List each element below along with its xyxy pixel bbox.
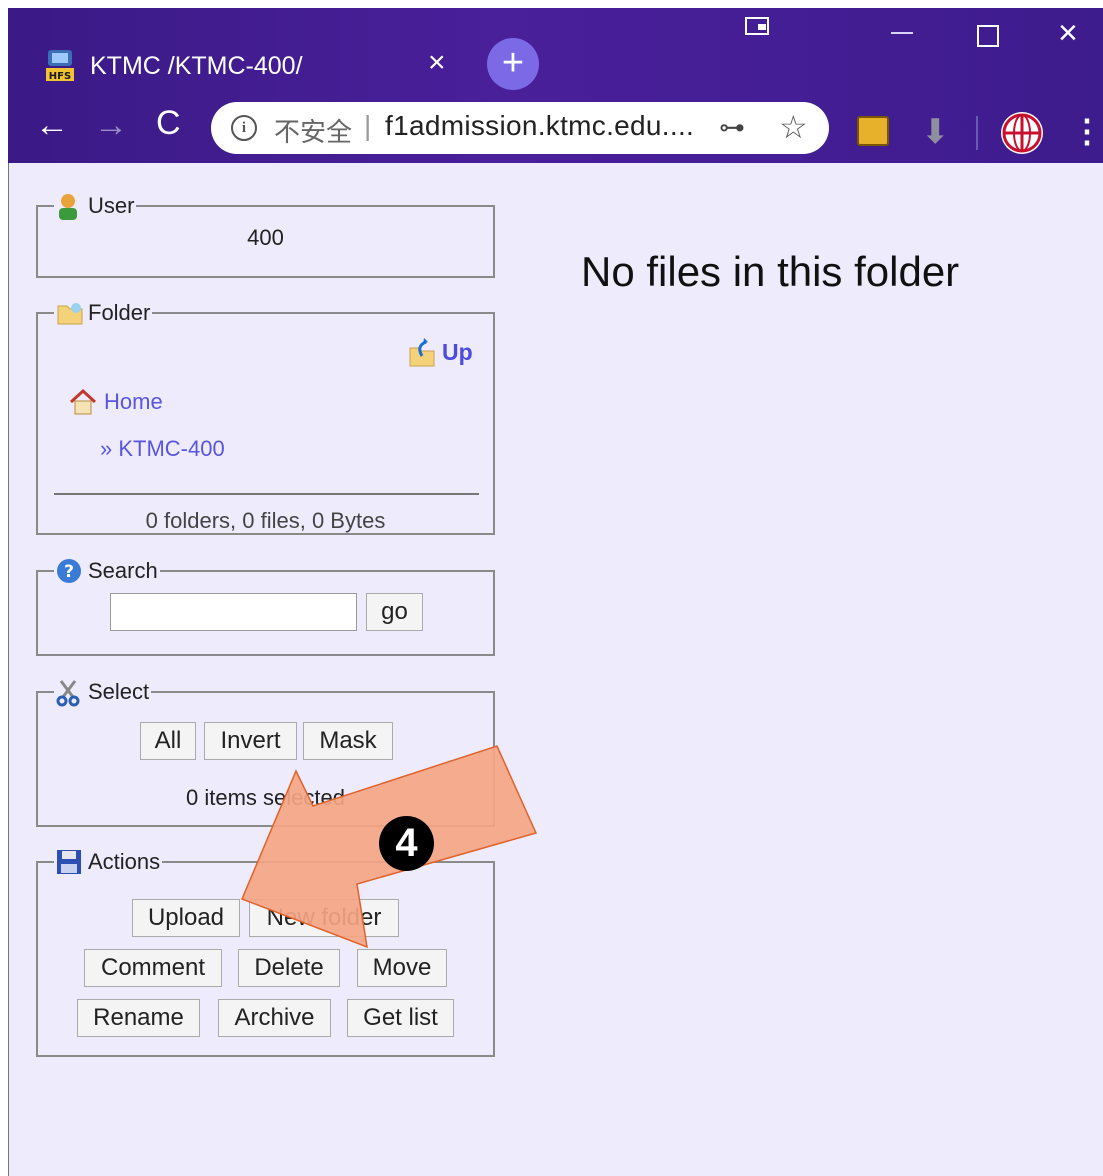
- browser-chrome: HFS KTMC /KTMC-400/ × + × ← → C i 不安全 | …: [8, 8, 1103, 163]
- page-content: User 400 Folder Up Home » KTMC-400 0 fol…: [8, 163, 1103, 1176]
- url-separator: |: [364, 110, 372, 141]
- user-legend: User: [88, 193, 135, 218]
- address-bar[interactable]: i 不安全 | f1admission.ktmc.edu.... ⊶ ☆: [211, 102, 829, 154]
- home-icon: [68, 388, 98, 416]
- step-number-badge: 4: [379, 816, 434, 871]
- comment-button[interactable]: Comment: [84, 949, 222, 987]
- forward-button[interactable]: →: [94, 106, 128, 145]
- download-arrow-icon[interactable]: ⬇: [921, 112, 950, 152]
- cast-icon[interactable]: [744, 16, 774, 40]
- up-label[interactable]: Up: [442, 339, 473, 366]
- home-link[interactable]: Home: [104, 389, 163, 415]
- minimize-button[interactable]: [891, 32, 913, 34]
- rename-button[interactable]: Rename: [77, 999, 200, 1037]
- back-button[interactable]: ←: [35, 106, 69, 145]
- folder-divider: [54, 493, 479, 495]
- browser-menu-icon[interactable]: ⋮: [1071, 112, 1103, 150]
- breadcrumb-home[interactable]: Home: [68, 388, 163, 416]
- extension-download-icon[interactable]: [857, 116, 889, 146]
- window-close-button[interactable]: ×: [1058, 13, 1078, 53]
- folder-icon: [56, 300, 83, 326]
- scissors-icon: [56, 679, 80, 707]
- get-list-button[interactable]: Get list: [347, 999, 454, 1037]
- up-link[interactable]: Up: [408, 336, 473, 368]
- upload-button[interactable]: Upload: [132, 899, 240, 937]
- insecure-label: 不安全: [274, 117, 353, 147]
- info-icon[interactable]: i: [231, 115, 257, 141]
- user-value: 400: [247, 225, 284, 250]
- search-input[interactable]: [110, 593, 357, 631]
- toolbar-divider: [976, 116, 978, 150]
- new-tab-button[interactable]: +: [487, 38, 539, 90]
- tab-close-icon[interactable]: ×: [428, 46, 446, 80]
- floppy-disk-icon: [56, 849, 81, 875]
- select-all-button[interactable]: All: [140, 722, 196, 760]
- breadcrumb-current[interactable]: » KTMC-400: [100, 436, 225, 462]
- bookmark-star-icon[interactable]: ☆: [779, 108, 808, 146]
- user-panel: User 400: [36, 193, 495, 278]
- folder-summary: 0 folders, 0 files, 0 Bytes: [145, 508, 386, 533]
- extension-globe-icon[interactable]: [1001, 112, 1043, 154]
- help-icon: ?: [56, 558, 81, 584]
- folder-legend: Folder: [88, 300, 151, 325]
- user-icon: [56, 193, 80, 220]
- tab-title: KTMC /KTMC-400/: [90, 52, 303, 80]
- svg-text:?: ?: [64, 562, 74, 582]
- archive-button[interactable]: Archive: [218, 999, 331, 1037]
- url-text[interactable]: f1admission.ktmc.edu....: [385, 110, 694, 142]
- empty-folder-message: No files in this folder: [581, 248, 960, 295]
- search-panel: ? Search go: [36, 558, 495, 656]
- folder-up-icon: [408, 336, 438, 368]
- go-button[interactable]: go: [366, 593, 423, 631]
- search-legend: Search: [88, 558, 158, 583]
- key-icon[interactable]: ⊶: [719, 112, 745, 143]
- hfs-favicon-icon: HFS: [45, 48, 75, 82]
- svg-text:HFS: HFS: [49, 71, 71, 82]
- actions-legend: Actions: [88, 849, 161, 874]
- maximize-button[interactable]: [977, 25, 999, 47]
- browser-tab[interactable]: HFS KTMC /KTMC-400/ ×: [8, 38, 476, 102]
- select-legend: Select: [88, 679, 150, 704]
- reload-button[interactable]: C: [156, 104, 181, 143]
- folder-panel: Folder Up Home » KTMC-400 0 folders, 0 f…: [36, 300, 495, 535]
